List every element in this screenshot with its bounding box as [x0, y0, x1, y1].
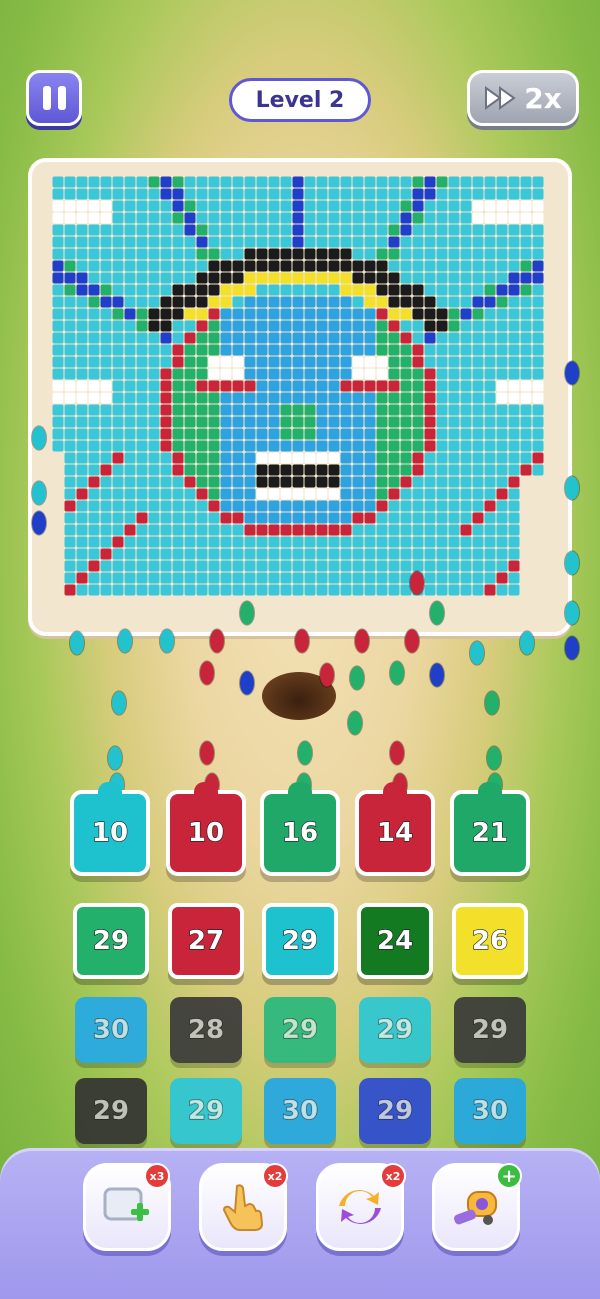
- collector-slot[interactable]: 14: [355, 782, 435, 876]
- ant-sprite: [487, 746, 501, 770]
- ant-sprite: [390, 741, 404, 765]
- vacuum-icon: [454, 1191, 497, 1225]
- ant-sprite: [70, 631, 84, 655]
- speed-label: 2x: [524, 81, 562, 115]
- ant-sprite: [405, 629, 419, 653]
- number-tile: 30: [264, 1078, 336, 1144]
- ant-sprite: [118, 629, 132, 653]
- shuffle-count-badge: x2: [380, 1163, 406, 1189]
- ant-sprite: [32, 511, 46, 535]
- number-tile[interactable]: 29: [73, 903, 149, 979]
- ant-sprite: [565, 476, 579, 500]
- ant-sprite: [520, 631, 534, 655]
- ant-sprite: [112, 691, 126, 715]
- pause-icon: [42, 86, 51, 110]
- ant-sprite: [410, 571, 424, 595]
- fast-forward-icon: [485, 86, 516, 110]
- ant-sprite: [295, 629, 309, 653]
- ant-sprite: [565, 551, 579, 575]
- pause-button[interactable]: [26, 70, 82, 126]
- collector-slot[interactable]: 21: [450, 782, 530, 876]
- ant-sprite: [240, 601, 254, 625]
- pixel-art-statue-of-liberty: [52, 176, 544, 596]
- ant-sprite: [32, 481, 46, 505]
- collector-slot[interactable]: 10: [70, 782, 150, 876]
- collector-slot[interactable]: 10: [166, 782, 246, 876]
- ant-sprite: [430, 663, 444, 687]
- speed-button[interactable]: 2x: [467, 70, 579, 126]
- level-indicator: Level 2: [229, 78, 371, 122]
- vacuum-add-badge: +: [496, 1163, 522, 1189]
- ant-sprite: [210, 629, 224, 653]
- number-tile[interactable]: 29: [262, 903, 338, 979]
- ant-sprite: [200, 741, 214, 765]
- number-tile: 28: [170, 997, 242, 1063]
- number-tile[interactable]: 24: [357, 903, 433, 979]
- ant-sprite: [565, 361, 579, 385]
- number-tile: 29: [264, 997, 336, 1063]
- shuffle-icon: [339, 1190, 381, 1224]
- number-tile: 29: [359, 997, 431, 1063]
- number-tile[interactable]: 26: [452, 903, 528, 979]
- ant-sprite: [298, 741, 312, 765]
- add-slot-count-badge: x3: [144, 1163, 170, 1189]
- ant-sprite: [565, 636, 579, 660]
- number-tile: 30: [454, 1078, 526, 1144]
- ant-sprite: [355, 629, 369, 653]
- tap-count-badge: x2: [262, 1163, 288, 1189]
- ant-sprite: [470, 641, 484, 665]
- hand-tap-icon: [222, 1184, 264, 1231]
- number-tile: 30: [75, 997, 147, 1063]
- number-tile: 29: [170, 1078, 242, 1144]
- number-tile[interactable]: 27: [168, 903, 244, 979]
- ant-sprite: [430, 601, 444, 625]
- ant-sprite: [32, 426, 46, 450]
- ant-sprite: [350, 666, 364, 690]
- ant-sprite: [160, 629, 174, 653]
- add-tile-icon: [103, 1187, 149, 1221]
- ant-sprite: [108, 746, 122, 770]
- ant-sprite: [320, 663, 334, 687]
- ant-sprite: [348, 711, 362, 735]
- number-tile: 29: [359, 1078, 431, 1144]
- number-tile: 29: [454, 997, 526, 1063]
- ant-sprite: [565, 601, 579, 625]
- ant-sprite: [390, 661, 404, 685]
- ant-sprite: [240, 671, 254, 695]
- collector-slot[interactable]: 16: [260, 782, 340, 876]
- ant-sprite: [485, 691, 499, 715]
- number-tile: 29: [75, 1078, 147, 1144]
- ant-sprite: [200, 661, 214, 685]
